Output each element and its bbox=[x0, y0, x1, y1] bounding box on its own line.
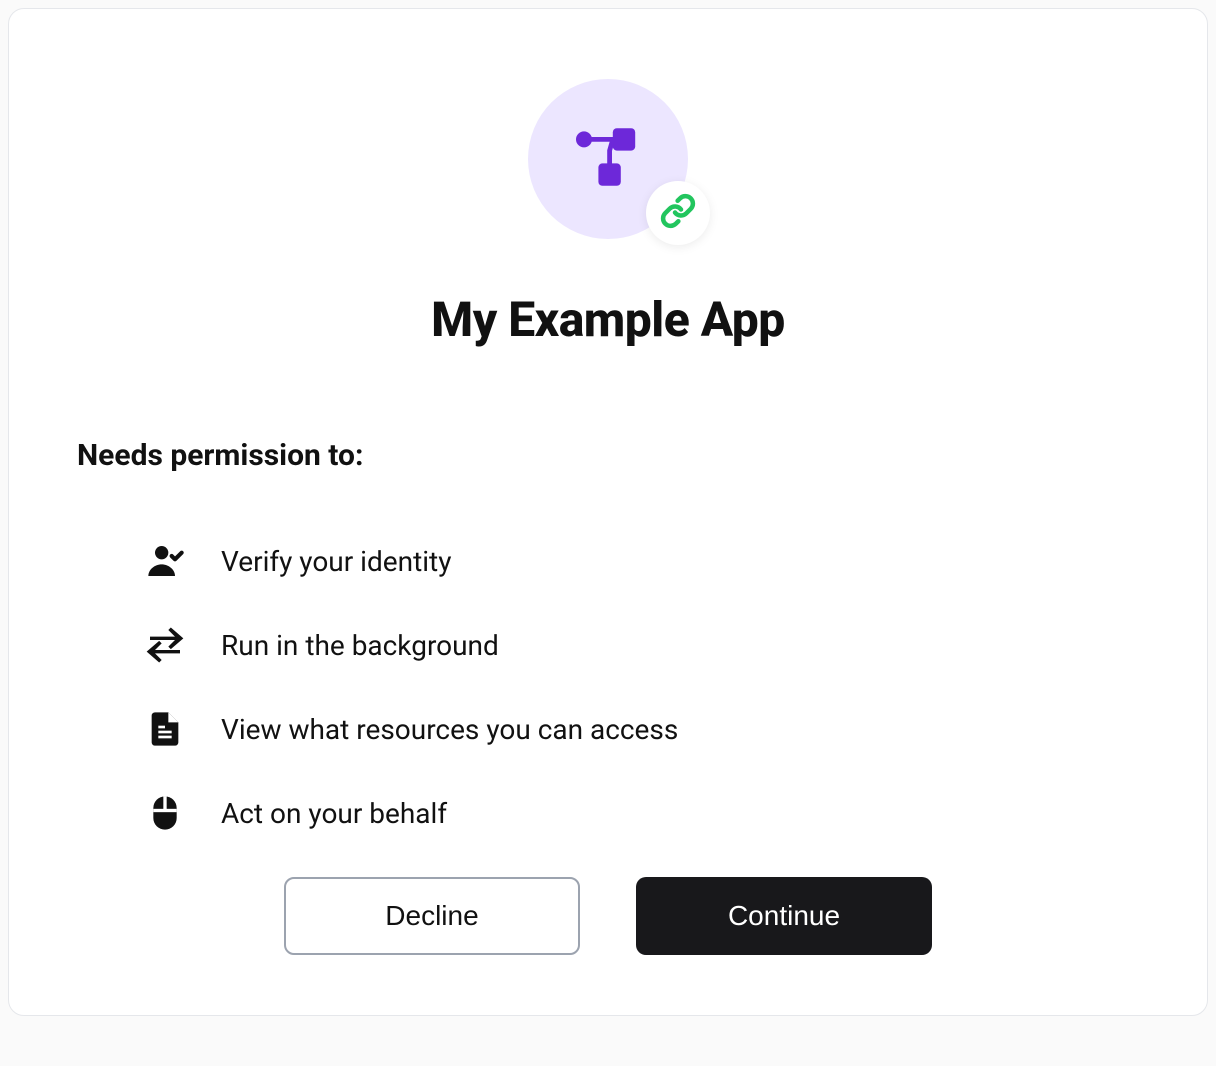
permission-item-background: Run in the background bbox=[141, 621, 1147, 669]
permission-dialog: My Example App Needs permission to: Veri… bbox=[8, 8, 1208, 1016]
button-row: Decline Continue bbox=[9, 877, 1207, 955]
mouse-icon bbox=[141, 789, 189, 837]
app-logo-icon bbox=[568, 117, 648, 201]
app-title: My Example App bbox=[69, 291, 1147, 348]
permission-item-act: Act on your behalf bbox=[141, 789, 1147, 837]
decline-button[interactable]: Decline bbox=[284, 877, 580, 955]
permission-item-resources: View what resources you can access bbox=[141, 705, 1147, 753]
app-logo-circle bbox=[528, 79, 688, 239]
link-badge bbox=[646, 181, 710, 245]
permission-label: Verify your identity bbox=[221, 545, 451, 578]
permission-label: Run in the background bbox=[221, 629, 499, 662]
permission-label: View what resources you can access bbox=[221, 713, 678, 746]
user-check-icon bbox=[141, 537, 189, 585]
permissions-heading: Needs permission to: bbox=[77, 438, 1147, 473]
link-icon bbox=[660, 193, 696, 233]
permission-label: Act on your behalf bbox=[221, 797, 447, 830]
swap-arrows-icon bbox=[141, 621, 189, 669]
app-logo-container bbox=[69, 79, 1147, 239]
permissions-list: Verify your identity Run in the backgrou… bbox=[141, 537, 1147, 837]
file-text-icon bbox=[141, 705, 189, 753]
permission-item-identity: Verify your identity bbox=[141, 537, 1147, 585]
continue-button[interactable]: Continue bbox=[636, 877, 932, 955]
